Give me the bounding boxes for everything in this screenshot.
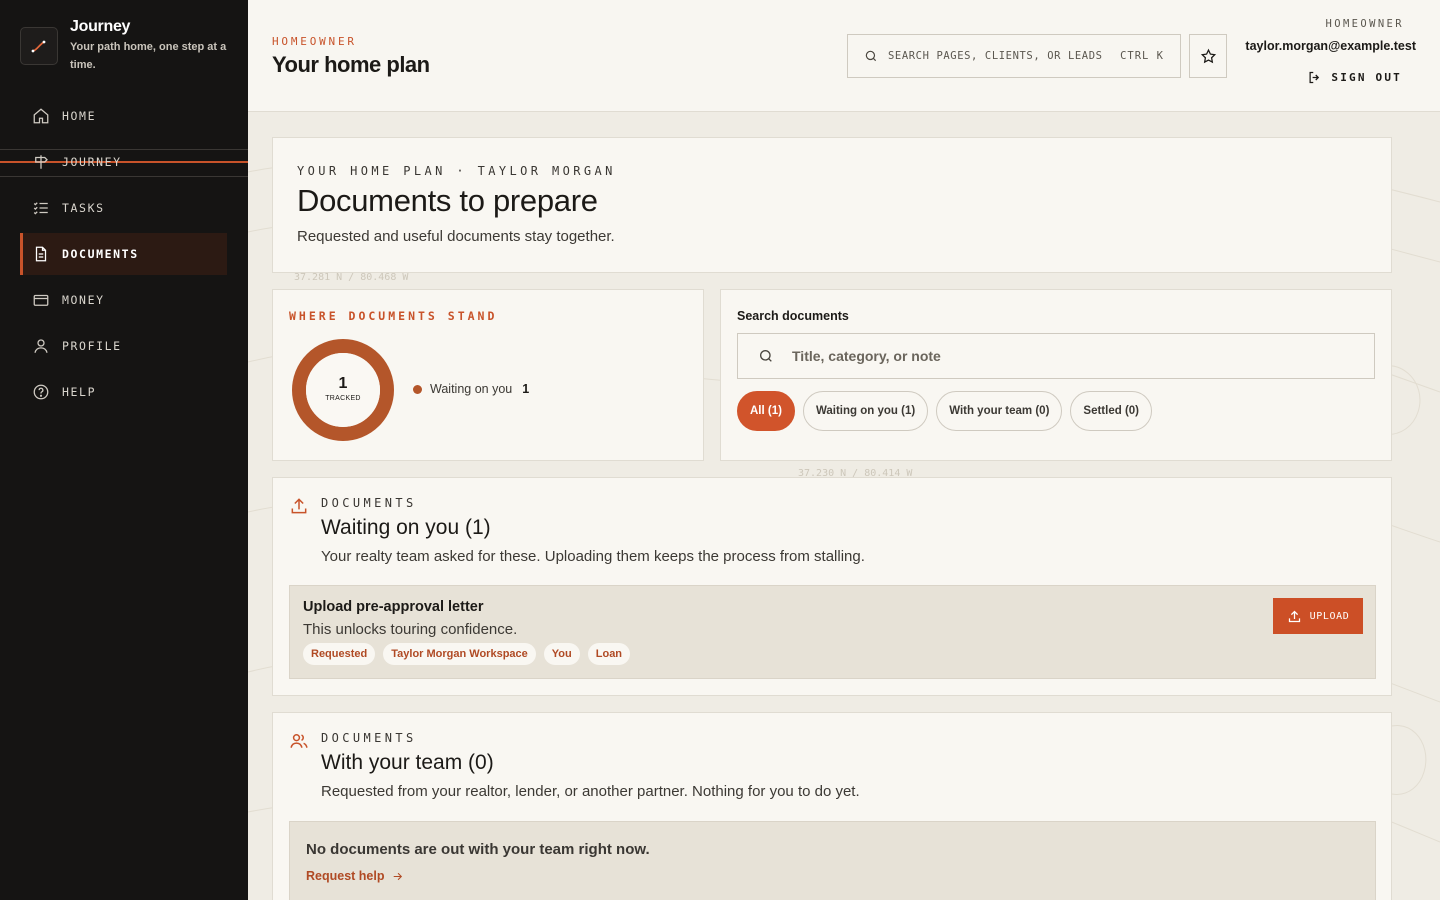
sidebar-item-journey[interactable]: JOURNEY [20,141,227,183]
upload-icon [1288,610,1300,622]
sidebar-nav: HOME JOURNEY TASKS DOCUMENTS MONEY PROFI… [20,95,227,417]
search-shortcut: CTRL K [1120,50,1164,62]
with-your-team-section: DOCUMENTS With your team (0) Requested f… [272,712,1392,900]
global-search-input[interactable]: SEARCH PAGES, CLIENTS, OR LEADS CTRL K [847,34,1181,78]
section-subtitle: Requested from your realtor, lender, or … [321,783,860,800]
request-subtitle: This unlocks touring confidence. [303,621,518,638]
status-card-title: WHERE DOCUMENTS STAND [289,309,498,323]
status-legend-item: Waiting on you 1 [413,382,529,396]
brand-tagline: Your path home, one step at a time. [70,41,227,71]
sign-out-icon [1309,71,1320,84]
home-icon [33,108,49,124]
section-eyebrow: DOCUMENTS [321,496,417,510]
section-subtitle: Your realty team asked for these. Upload… [321,548,865,565]
help-circle-icon [33,384,49,400]
sidebar-item-label: MONEY [62,293,105,307]
sign-out-label: SIGN OUT [1331,71,1402,84]
favorite-button[interactable] [1189,34,1227,78]
section-title: Waiting on you (1) [321,516,491,539]
sidebar-item-help[interactable]: HELP [20,371,227,413]
document-search-label: Search documents [737,309,849,323]
upload-label: UPLOAD [1309,610,1350,622]
filter-chip-waiting[interactable]: Waiting on you (1) [802,391,929,431]
request-tags: Requested Taylor Morgan Workspace You Lo… [303,643,631,665]
users-icon [290,734,308,748]
sidebar-item-home[interactable]: HOME [20,95,227,137]
document-status-card: WHERE DOCUMENTS STAND 1 TRACKED Waiting … [272,289,704,461]
tag-status: Requested [303,643,376,665]
donut-total: 1 [338,375,348,392]
search-icon [865,50,877,62]
sidebar-item-tasks[interactable]: TASKS [20,187,227,229]
brand-title: Journey [70,18,131,35]
user-email: taylor.morgan@example.test [1245,39,1416,53]
empty-state-title: No documents are out with your team righ… [306,841,650,858]
waiting-on-you-section: DOCUMENTS Waiting on you (1) Your realty… [272,477,1392,696]
upload-button[interactable]: UPLOAD [1273,598,1363,634]
section-eyebrow: DOCUMENTS [321,731,417,745]
legend-swatch [413,384,422,394]
page-header: HOMEOWNER Your home plan SEARCH PAGES, C… [248,0,1440,112]
filter-chip-team[interactable]: With your team (0) [936,391,1063,431]
hero-title: Documents to prepare [297,183,598,218]
user-icon [34,339,48,353]
document-icon [35,246,47,262]
upload-icon [291,498,307,514]
sidebar-item-profile[interactable]: PROFILE [20,325,227,367]
sidebar: Journey Your path home, one step at a ti… [0,0,248,900]
sidebar-item-money[interactable]: MONEY [20,279,227,321]
brand: Journey Your path home, one step at a ti… [20,18,230,74]
document-search-input[interactable]: Title, category, or note [737,333,1375,379]
document-request-row[interactable]: Upload pre-approval letter This unlocks … [289,585,1376,679]
map-coordinate-label: 37.281 N / 80.468 W [294,272,409,283]
credit-card-icon [33,294,49,306]
document-search-card: Search documents Title, category, or not… [720,289,1392,461]
hero-eyebrow: YOUR HOME PLAN · TAYLOR MORGAN [297,164,616,178]
main-content: 37.281 N / 80.468 W 37.230 N / 80.414 W … [248,0,1440,900]
tag-workspace: Taylor Morgan Workspace [383,643,536,665]
sidebar-item-label: HELP [62,385,97,399]
arrow-right-icon [393,872,402,880]
section-title: With your team (0) [321,751,494,774]
page-title: Your home plan [272,52,430,77]
sign-out-button[interactable]: SIGN OUT [1307,70,1402,85]
legend-label: Waiting on you [430,382,513,396]
legend-count: 1 [522,382,530,396]
request-help-label: Request help [306,869,385,883]
brand-logo-icon[interactable] [20,27,58,65]
request-title: Upload pre-approval letter [303,599,484,615]
sidebar-item-label: JOURNEY [62,155,122,169]
request-help-link[interactable]: Request help [306,869,404,883]
sidebar-item-label: DOCUMENTS [62,247,139,261]
sidebar-item-documents[interactable]: DOCUMENTS [20,233,227,275]
hero-card: YOUR HOME PLAN · TAYLOR MORGAN Documents… [272,137,1392,273]
hero-subtitle: Requested and useful documents stay toge… [297,228,615,245]
tag-category: Loan [587,643,631,665]
filter-chip-settled[interactable]: Settled (0) [1070,391,1152,431]
sidebar-item-label: PROFILE [62,339,122,353]
sidebar-item-label: HOME [62,109,97,123]
filter-chip-all[interactable]: All (1) [737,391,795,431]
sidebar-item-label: TASKS [62,201,105,215]
header-eyebrow: HOMEOWNER [272,35,357,48]
signpost-icon [35,155,48,169]
filter-chips: All (1) Waiting on you (1) With your tea… [737,391,1152,431]
search-placeholder: SEARCH PAGES, CLIENTS, OR LEADS [888,50,1103,62]
search-icon [760,350,772,362]
document-search-placeholder: Title, category, or note [792,348,941,364]
donut-total-label: TRACKED [325,395,361,402]
star-icon [1200,48,1216,63]
checklist-icon [33,202,48,215]
empty-state: No documents are out with your team righ… [289,821,1376,900]
tag-owner: You [543,643,580,665]
user-role: HOMEOWNER [1325,18,1404,30]
